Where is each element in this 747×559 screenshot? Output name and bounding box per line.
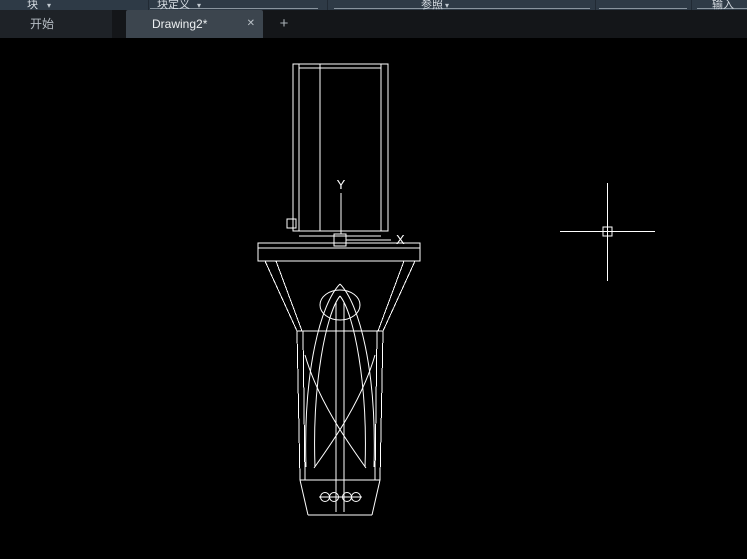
ucs-x-label: X [396, 232, 405, 247]
close-icon[interactable]: ✕ [247, 10, 255, 38]
autocad-window: 块 ▾ 块定义 ▾ 参照 ▾ 输入 开始 Drawing2* ✕ + Y X [0, 0, 747, 559]
ucs-y-label: Y [337, 177, 346, 192]
ribbon-panel-block[interactable]: 块 [27, 0, 38, 10]
top-cylinder [286, 63, 389, 237]
ribbon-separator [327, 0, 328, 10]
ribbon-underline [697, 8, 747, 9]
chevron-down-icon[interactable]: ▾ [47, 1, 51, 10]
ribbon-separator [691, 0, 692, 10]
crosshair-cursor [560, 183, 655, 281]
tab-drawing2[interactable]: Drawing2* ✕ [126, 10, 263, 38]
ribbon-separator [148, 0, 149, 10]
tab-start[interactable]: 开始 [0, 10, 112, 38]
ribbon-underline [599, 8, 687, 9]
bottom-tip [299, 479, 381, 516]
inner-profile [304, 283, 376, 512]
tool-body [296, 330, 384, 481]
ribbon-separator [595, 0, 596, 10]
tab-drawing2-label: Drawing2* [152, 17, 208, 31]
file-tab-bar: 开始 Drawing2* ✕ + [0, 10, 747, 38]
ribbon-underline [334, 8, 590, 9]
new-tab-button[interactable]: + [274, 13, 294, 35]
ribbon-underline [150, 8, 318, 9]
drawing-canvas[interactable]: Y X [0, 38, 747, 559]
cad-drawing: Y X [257, 63, 655, 516]
ribbon-bar: 块 ▾ 块定义 ▾ 参照 ▾ 输入 [0, 0, 747, 10]
